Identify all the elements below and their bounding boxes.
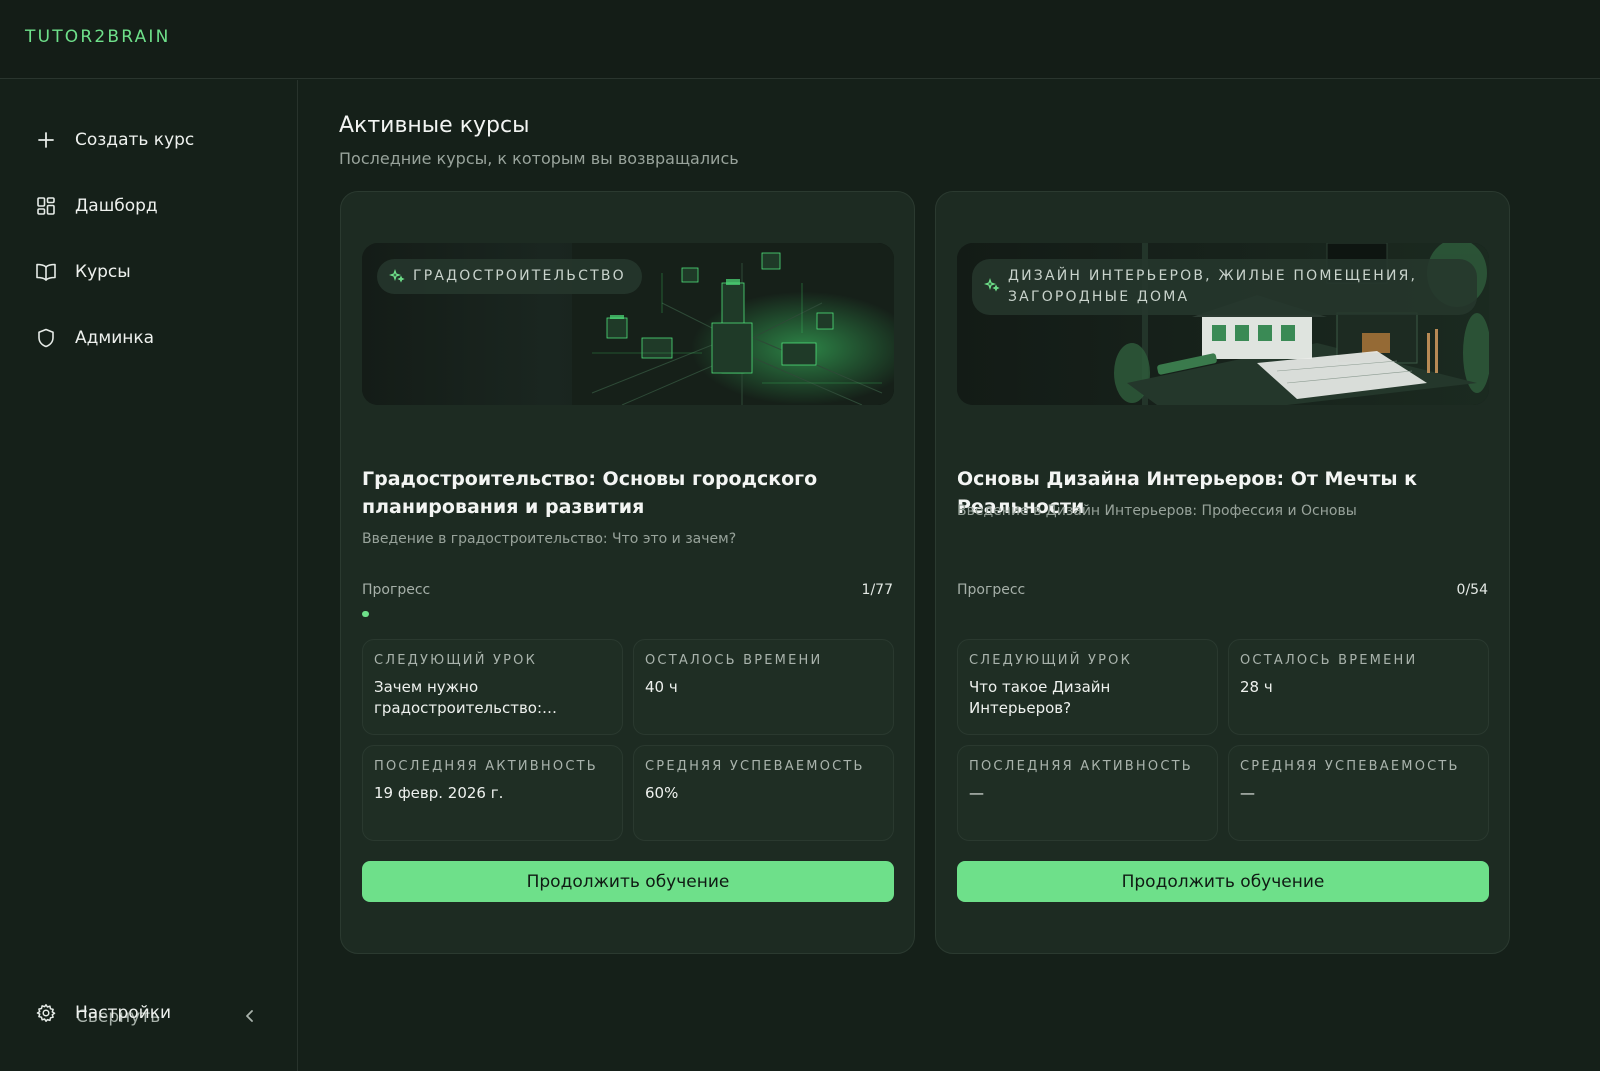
gear-icon	[35, 1002, 57, 1024]
book-icon	[35, 261, 57, 283]
sidebar-item-label: Создать курс	[75, 130, 195, 150]
avg-score-value: —	[1240, 784, 1255, 802]
course-banner-image: Дизайн интерьеров, жилые помещения, заго…	[957, 243, 1489, 405]
page-title: Активные курсы	[339, 113, 530, 138]
page-subtitle: Последние курсы, к которым вы возвращали…	[339, 149, 739, 168]
sidebar: Создать курс Дашборд Курсы Админка Сверн…	[0, 80, 298, 1071]
continue-learning-button[interactable]: Продолжить обучение	[362, 861, 894, 902]
course-category-label: Дизайн интерьеров, жилые помещения, заго…	[1008, 268, 1418, 305]
sidebar-item-courses[interactable]: Курсы	[35, 254, 275, 290]
sidebar-item-label: Курсы	[75, 262, 131, 282]
course-subtitle: Введение в Дизайн Интерьеров: Профессия …	[957, 503, 1357, 519]
last-activity-stat: ПОСЛЕДНЯЯ АКТИВНОСТЬ 19 февр. 2026 г.	[362, 745, 623, 841]
sidebar-item-dashboard[interactable]: Дашборд	[35, 188, 275, 224]
stat-label: ПОСЛЕДНЯЯ АКТИВНОСТЬ	[969, 759, 1193, 774]
stat-label: СРЕДНЯЯ УСПЕВАЕМОСТЬ	[1240, 759, 1460, 774]
avg-score-value: 60%	[645, 784, 679, 802]
progress-bar	[362, 611, 894, 617]
avg-score-stat: СРЕДНЯЯ УСПЕВАЕМОСТЬ —	[1228, 745, 1489, 841]
course-card: Дизайн интерьеров, жилые помещения, заго…	[935, 191, 1510, 954]
sidebar-item-create-course[interactable]: Создать курс	[35, 122, 275, 158]
stat-label: ОСТАЛОСЬ ВРЕМЕНИ	[1240, 653, 1418, 668]
course-category-tag: Градостроительство	[377, 259, 642, 294]
stat-label: ОСТАЛОСЬ ВРЕМЕНИ	[645, 653, 823, 668]
time-left-value: 40 ч	[645, 678, 678, 696]
stat-label: СЛЕДУЮЩИЙ УРОК	[969, 653, 1133, 668]
sidebar-item-label: Дашборд	[75, 196, 158, 216]
top-bar: TUTOR2BRAIN	[0, 0, 1600, 79]
stat-label: СРЕДНЯЯ УСПЕВАЕМОСТЬ	[645, 759, 865, 774]
time-left-value: 28 ч	[1240, 678, 1273, 696]
next-lesson-stat: СЛЕДУЮЩИЙ УРОК Зачем нужно градостроител…	[362, 639, 623, 735]
progress-bar-fill	[362, 611, 369, 617]
sparkles-icon	[388, 268, 405, 284]
course-subtitle: Введение в градостроительство: Что это и…	[362, 531, 737, 547]
stat-label: СЛЕДУЮЩИЙ УРОК	[374, 653, 538, 668]
progress-count: 1/77	[861, 582, 893, 598]
avg-score-stat: СРЕДНЯЯ УСПЕВАЕМОСТЬ 60%	[633, 745, 894, 841]
last-activity-value: 19 февр. 2026 г.	[374, 784, 504, 802]
last-activity-value: —	[969, 784, 984, 802]
plus-icon	[35, 129, 57, 151]
course-card: Градостроительство Градостроительство: О…	[340, 191, 915, 954]
last-activity-stat: ПОСЛЕДНЯЯ АКТИВНОСТЬ —	[957, 745, 1218, 841]
progress-count: 0/54	[1456, 582, 1488, 598]
next-lesson-value: Зачем нужно градостроительство: Влияние …	[374, 678, 543, 717]
app-logo[interactable]: TUTOR2BRAIN	[25, 27, 171, 47]
next-lesson-stat: СЛЕДУЮЩИЙ УРОК Что такое Дизайн Интерьер…	[957, 639, 1218, 735]
sidebar-item-label: Админка	[75, 328, 155, 348]
sidebar-item-admin[interactable]: Админка	[35, 320, 275, 356]
time-left-stat: ОСТАЛОСЬ ВРЕМЕНИ 28 ч	[1228, 639, 1489, 735]
course-category-tag: Дизайн интерьеров, жилые помещения, заго…	[972, 259, 1477, 315]
sidebar-item-label: Настройки	[75, 1003, 172, 1023]
progress-bar	[957, 611, 1489, 617]
course-category-label: Градостроительство	[413, 268, 626, 284]
course-banner-image: Градостроительство	[362, 243, 894, 405]
progress-label: Прогресс	[957, 582, 1026, 598]
continue-learning-button[interactable]: Продолжить обучение	[957, 861, 1489, 902]
time-left-stat: ОСТАЛОСЬ ВРЕМЕНИ 40 ч	[633, 639, 894, 735]
progress-label: Прогресс	[362, 582, 431, 598]
shield-icon	[35, 327, 57, 349]
course-title[interactable]: Градостроительство: Основы городского пл…	[362, 465, 894, 521]
sidebar-item-settings[interactable]: Настройки	[35, 995, 275, 1031]
next-lesson-value: Что такое Дизайн Интерьеров?	[969, 678, 1111, 717]
sparkles-icon	[983, 277, 1000, 293]
stat-label: ПОСЛЕДНЯЯ АКТИВНОСТЬ	[374, 759, 598, 774]
dashboard-icon	[35, 195, 57, 217]
